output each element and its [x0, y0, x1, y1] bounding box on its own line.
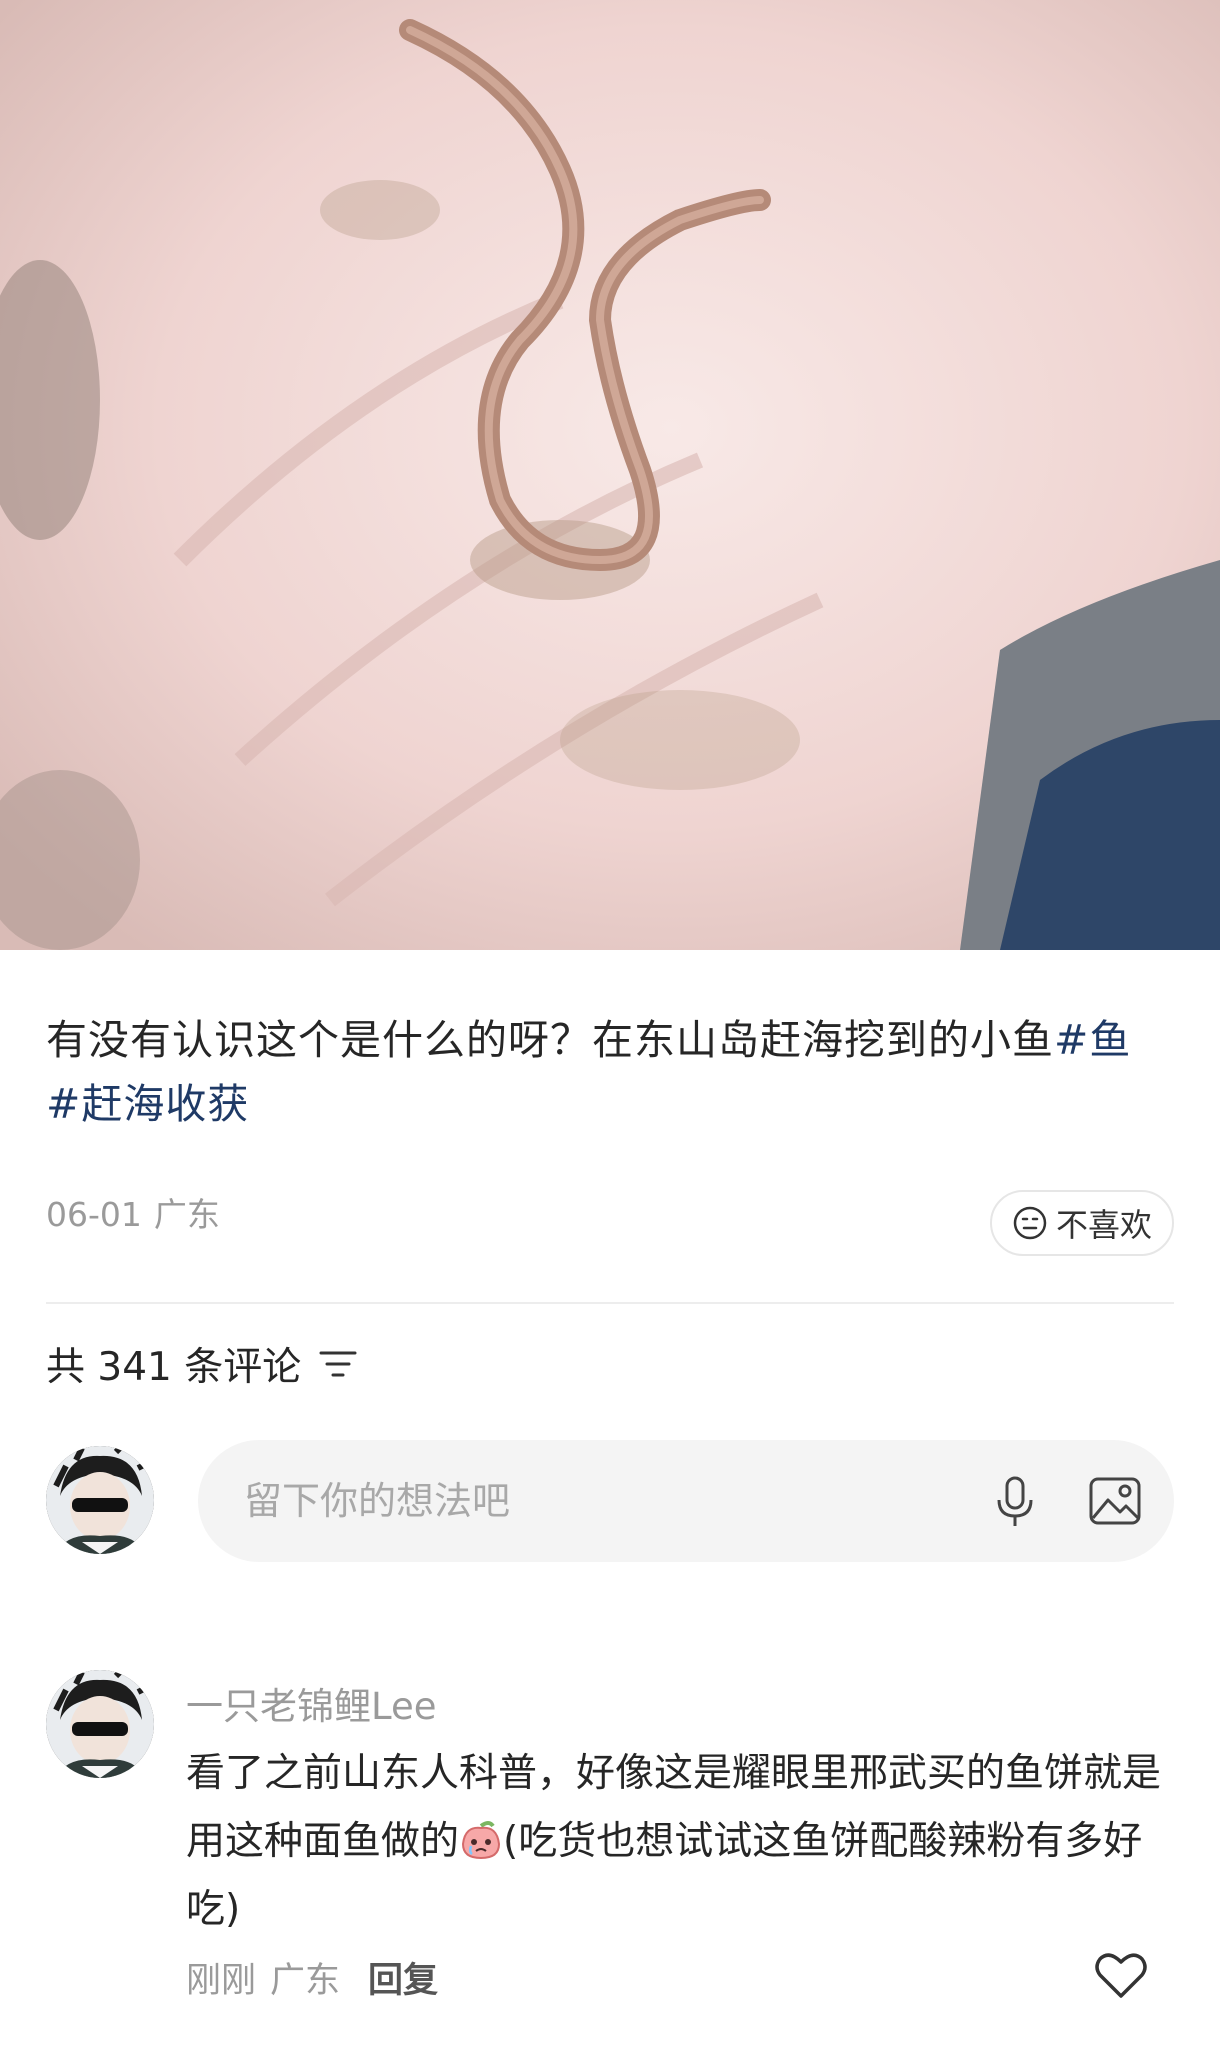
crying-peach-emoji-icon [462, 1821, 501, 1860]
comment-count: 共 341 条评论 [46, 1345, 302, 1390]
comment-text: 看了之前山东人科普，好像这是耀眼里邢武买的鱼饼就是用这种面鱼做的 (吃货也想试试… [186, 1740, 1176, 1944]
post-meta: 06-01 广东 [46, 1188, 220, 1236]
comment-location: 广东 [270, 1961, 341, 2001]
hashtag-beachcombing[interactable]: #赶海收获 [46, 1080, 249, 1128]
sort-icon[interactable] [319, 1348, 357, 1380]
hand-holding-fish-image [0, 0, 1220, 950]
divider [46, 1302, 1174, 1304]
comment-input[interactable] [244, 1479, 944, 1523]
my-avatar[interactable] [46, 1446, 154, 1554]
commenter-avatar[interactable] [46, 1670, 154, 1778]
dislike-button[interactable]: 不喜欢 [990, 1190, 1174, 1256]
commenter-name[interactable]: 一只老锦鲤Lee [186, 1676, 437, 1730]
dislike-label: 不喜欢 [1055, 1206, 1152, 1244]
microphone-icon[interactable] [986, 1472, 1044, 1530]
comments-header: 共 341 条评论 [46, 1336, 357, 1392]
reply-button[interactable]: 回复 [368, 1952, 438, 2003]
comment-time: 刚刚 [186, 1961, 257, 2001]
post-location: 广东 [153, 1195, 220, 1234]
comment-input-box[interactable] [198, 1440, 1174, 1562]
image-icon[interactable] [1086, 1472, 1144, 1530]
post-caption: 有没有认识这个是什么的呀？在东山岛赶海挖到的小鱼#鱼 #赶海收获 [46, 1008, 1176, 1136]
avatar-image [46, 1670, 154, 1778]
comment-footer: 刚刚 广东 回复 [186, 1952, 438, 2003]
avatar-image [46, 1446, 154, 1554]
heart-icon[interactable] [1094, 1950, 1148, 2000]
hashtag-fish[interactable]: #鱼 [1054, 1016, 1131, 1064]
neutral-face-icon [1013, 1206, 1047, 1240]
post-photo[interactable] [0, 0, 1220, 950]
post-text: 有没有认识这个是什么的呀？在东山岛赶海挖到的小鱼 [46, 1016, 1054, 1064]
post-date: 06-01 [46, 1195, 142, 1234]
